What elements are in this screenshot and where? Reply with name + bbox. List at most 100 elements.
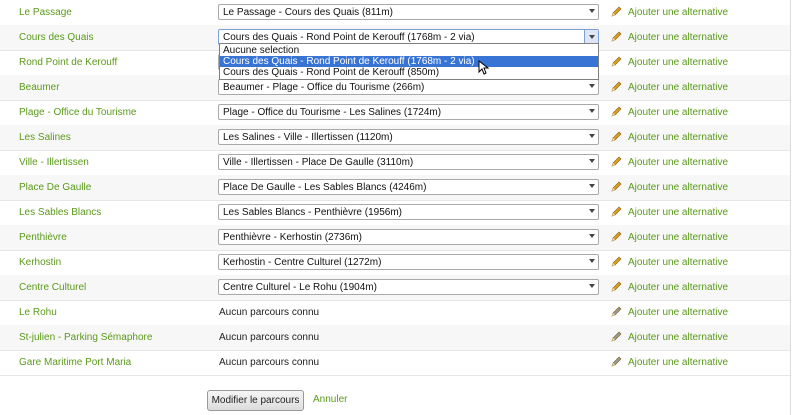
stop-name-link[interactable]: Cours des Quais — [19, 32, 93, 43]
route-select[interactable]: Ville - Illertissen - Place De Gaulle (3… — [218, 154, 599, 170]
no-route-text: Aucun parcours connu — [219, 357, 320, 368]
table-row: Plage - Office du Tourisme Plage - Office… — [0, 100, 790, 126]
table-row: Les Salines Les Salines - Ville - Illerti… — [0, 125, 790, 151]
add-alternative-link[interactable]: Ajouter une alternative — [628, 257, 728, 268]
route-select[interactable]: Plage - Office du Tourisme - Les Salines… — [218, 104, 599, 120]
stop-name-link[interactable]: Beaumer — [19, 82, 60, 93]
stop-name-link[interactable]: Ville - Illertissen — [19, 157, 89, 168]
mouse-cursor-icon — [478, 60, 490, 75]
route-select-value: Kerhostin - Centre Culturel (1272m) — [223, 257, 382, 268]
chevron-down-icon — [589, 134, 595, 138]
route-select[interactable]: Le Passage - Cours des Quais (811m) — [218, 4, 599, 20]
pencil-icon — [609, 305, 623, 319]
route-select-value: Penthièvre - Kerhostin (2736m) — [223, 232, 362, 243]
route-select[interactable]: Les Salines - Ville - Illertissen (1120m… — [218, 129, 599, 145]
route-select[interactable]: Beaumer - Plage - Office du Tourisme (26… — [218, 79, 599, 95]
stop-name-link[interactable]: Le Rohu — [19, 307, 57, 318]
pencil-icon[interactable] — [609, 230, 623, 244]
pencil-icon[interactable] — [609, 155, 623, 169]
no-route-text: Aucun parcours connu — [219, 332, 320, 343]
dropdown-option[interactable]: Aucune selection — [220, 45, 598, 56]
add-alternative-link[interactable]: Ajouter une alternative — [628, 182, 728, 193]
add-alternative-link[interactable]: Ajouter une alternative — [628, 207, 728, 218]
route-select-value: Le Passage - Cours des Quais (811m) — [223, 7, 393, 18]
chevron-down-icon — [589, 284, 595, 288]
table-row: Place De Gaulle Place De Gaulle - Les Sab… — [0, 175, 790, 201]
table-row: St-julien - Parking Sémaphore Aucun parco… — [0, 325, 790, 351]
table-row: Kerhostin Kerhostin - Centre Culturel (12… — [0, 250, 790, 276]
stop-name-link[interactable]: Kerhostin — [19, 257, 61, 268]
cancel-link[interactable]: Annuler — [313, 394, 347, 405]
add-alternative-link[interactable]: Ajouter une alternative — [628, 232, 728, 243]
add-alternative-link[interactable]: Ajouter une alternative — [628, 332, 728, 343]
stop-name-link[interactable]: Les Salines — [19, 132, 71, 143]
route-select-value: Plage - Office du Tourisme - Les Salines… — [223, 107, 442, 118]
route-select[interactable]: Les Sables Blancs - Penthièvre (1956m) — [218, 204, 599, 220]
table-row: Les Sables Blancs Les Sables Blancs - Pen… — [0, 200, 790, 226]
route-select-value: Les Sables Blancs - Penthièvre (1956m) — [223, 207, 402, 218]
route-select[interactable]: Kerhostin - Centre Culturel (1272m) — [218, 254, 599, 270]
pencil-icon[interactable] — [609, 5, 623, 19]
chevron-down-icon — [589, 84, 595, 88]
add-alternative-link[interactable]: Ajouter une alternative — [628, 107, 728, 118]
table-row: Le Passage Le Passage - Cours des Quais (… — [0, 0, 790, 26]
pencil-icon — [609, 330, 623, 344]
stop-name-link[interactable]: Centre Culturel — [19, 282, 86, 293]
route-options-dropdown[interactable]: Aucune selection Cours des Quais - Rond … — [219, 43, 599, 80]
dropdown-button[interactable] — [584, 30, 598, 44]
add-alternative-link[interactable]: Ajouter une alternative — [628, 282, 728, 293]
route-select[interactable]: Penthièvre - Kerhostin (2736m) — [218, 229, 599, 245]
route-select-value: Ville - Illertissen - Place De Gaulle (3… — [223, 157, 414, 168]
add-alternative-link[interactable]: Ajouter une alternative — [628, 132, 728, 143]
table-row: Le Rohu Aucun parcours connu Ajouter une a… — [0, 300, 790, 326]
stop-name-link[interactable]: Plage - Office du Tourisme — [19, 107, 136, 118]
chevron-down-icon — [589, 259, 595, 263]
chevron-down-icon — [589, 234, 595, 238]
dropdown-option[interactable]: Cours des Quais - Rond Point de Kerouff … — [220, 67, 598, 78]
route-select[interactable]: Place De Gaulle - Les Sables Blancs (424… — [218, 179, 599, 195]
table-row: Penthièvre Penthièvre - Kerhostin (2736m)… — [0, 225, 790, 251]
stop-name-link[interactable]: Le Passage — [19, 7, 72, 18]
pencil-icon[interactable] — [609, 180, 623, 194]
route-editor-panel: Le Passage Le Passage - Cours des Quais (… — [0, 0, 791, 415]
route-select[interactable]: Centre Culturel - Le Rohu (1904m) — [218, 279, 599, 295]
stop-name-link[interactable]: Rond Point de Kerouff — [19, 57, 117, 68]
pencil-icon[interactable] — [609, 105, 623, 119]
chevron-down-icon — [589, 184, 595, 188]
chevron-down-icon — [589, 109, 595, 113]
pencil-icon[interactable] — [609, 205, 623, 219]
pencil-icon[interactable] — [609, 30, 623, 44]
pencil-icon[interactable] — [609, 55, 623, 69]
pencil-icon[interactable] — [609, 130, 623, 144]
pencil-icon[interactable] — [609, 255, 623, 269]
table-row: Gare Maritime Port Maria Aucun parcours c… — [0, 350, 790, 376]
table-row: Ville - Illertissen Ville - Illertissen -… — [0, 150, 790, 176]
route-select-value: Cours des Quais - Rond Point de Kerouff … — [223, 32, 475, 43]
pencil-icon[interactable] — [609, 280, 623, 294]
pencil-icon[interactable] — [609, 80, 623, 94]
add-alternative-link[interactable]: Ajouter une alternative — [628, 157, 728, 168]
route-select-value: Les Salines - Ville - Illertissen (1120m… — [223, 132, 393, 143]
route-select-value: Place De Gaulle - Les Sables Blancs (424… — [223, 182, 427, 193]
add-alternative-link[interactable]: Ajouter une alternative — [628, 57, 728, 68]
chevron-down-icon — [589, 35, 595, 39]
modify-route-button[interactable]: Modifier le parcours — [207, 390, 304, 411]
chevron-down-icon — [589, 209, 595, 213]
stop-name-link[interactable]: Penthièvre — [19, 232, 67, 243]
add-alternative-link[interactable]: Ajouter une alternative — [628, 307, 728, 318]
table-row: Centre Culturel Centre Culturel - Le Rohu… — [0, 275, 790, 301]
chevron-down-icon — [589, 9, 595, 13]
route-select-value: Beaumer - Plage - Office du Tourisme (26… — [223, 82, 425, 93]
add-alternative-link[interactable]: Ajouter une alternative — [628, 357, 728, 368]
stop-name-link[interactable]: Gare Maritime Port Maria — [19, 357, 131, 368]
route-select-value: Centre Culturel - Le Rohu (1904m) — [223, 282, 377, 293]
stop-name-link[interactable]: Les Sables Blancs — [19, 207, 101, 218]
add-alternative-link[interactable]: Ajouter une alternative — [628, 7, 728, 18]
stop-name-link[interactable]: St-julien - Parking Sémaphore — [19, 332, 152, 343]
dropdown-option-highlighted[interactable]: Cours des Quais - Rond Point de Kerouff … — [220, 56, 598, 67]
chevron-down-icon — [589, 159, 595, 163]
pencil-icon — [609, 355, 623, 369]
stop-name-link[interactable]: Place De Gaulle — [19, 182, 91, 193]
add-alternative-link[interactable]: Ajouter une alternative — [628, 32, 728, 43]
add-alternative-link[interactable]: Ajouter une alternative — [628, 82, 728, 93]
